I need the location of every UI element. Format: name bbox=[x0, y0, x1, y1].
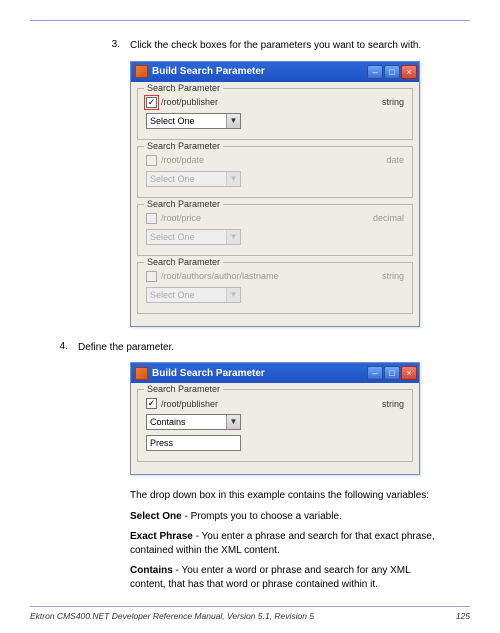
checkbox-pdate[interactable] bbox=[146, 155, 157, 166]
search-parameter-group: Search Parameter /root/authors/author/la… bbox=[137, 262, 413, 314]
checkbox-publisher[interactable] bbox=[146, 398, 157, 409]
window-controls: – □ × bbox=[367, 366, 417, 380]
path-label: /root/authors/author/lastname bbox=[161, 271, 382, 281]
path-label: /root/pdate bbox=[161, 155, 386, 165]
variable-text: - You enter a word or phrase and search … bbox=[130, 565, 410, 590]
type-label: string bbox=[382, 97, 404, 107]
paragraph-select-one: Select One - Prompts you to choose a var… bbox=[130, 510, 440, 524]
step-text: Define the parameter. bbox=[78, 341, 470, 355]
checkbox-publisher[interactable] bbox=[146, 97, 157, 108]
paragraph-exact-phrase: Exact Phrase - You enter a phrase and se… bbox=[130, 530, 440, 557]
group-legend: Search Parameter bbox=[144, 141, 223, 151]
operator-dropdown[interactable]: Select One ▼ bbox=[146, 113, 241, 129]
operator-dropdown-disabled: Select One ▼ bbox=[146, 171, 241, 187]
chevron-down-icon: ▼ bbox=[226, 288, 240, 302]
paragraph-intro: The drop down box in this example contai… bbox=[130, 489, 440, 503]
variable-text: - Prompts you to choose a variable. bbox=[182, 511, 342, 522]
page-number: 125 bbox=[456, 611, 470, 621]
dropdown-value: Select One bbox=[150, 116, 195, 126]
step-number: 3. bbox=[30, 39, 130, 53]
step-number: 4. bbox=[30, 341, 78, 355]
window-body: Search Parameter /root/publisher string … bbox=[131, 383, 419, 474]
close-button[interactable]: × bbox=[401, 366, 417, 380]
window-build-search-parameter-1: Build Search Parameter – □ × Search Para… bbox=[130, 61, 420, 327]
instruction-step-4: 4. Define the parameter. bbox=[30, 341, 470, 355]
type-label: string bbox=[382, 399, 404, 409]
group-legend: Search Parameter bbox=[144, 257, 223, 267]
top-divider bbox=[30, 20, 470, 21]
footer-text: Ektron CMS400.NET Developer Reference Ma… bbox=[30, 611, 314, 621]
type-label: string bbox=[382, 271, 404, 281]
window-body: Search Parameter /root/publisher string … bbox=[131, 82, 419, 326]
operator-dropdown-disabled: Select One ▼ bbox=[146, 229, 241, 245]
minimize-button[interactable]: – bbox=[367, 65, 383, 79]
bottom-divider bbox=[30, 606, 470, 607]
step-text: Click the check boxes for the parameters… bbox=[130, 39, 470, 53]
close-button[interactable]: × bbox=[401, 65, 417, 79]
dropdown-value: Contains bbox=[150, 417, 186, 427]
search-parameter-group: Search Parameter /root/price decimal Sel… bbox=[137, 204, 413, 256]
search-parameter-group: Search Parameter /root/publisher string … bbox=[137, 389, 413, 462]
title-bar: Build Search Parameter – □ × bbox=[131, 62, 419, 82]
dropdown-value: Select One bbox=[150, 232, 195, 242]
title-bar: Build Search Parameter – □ × bbox=[131, 363, 419, 383]
group-legend: Search Parameter bbox=[144, 384, 223, 394]
chevron-down-icon[interactable]: ▼ bbox=[226, 114, 240, 128]
checkbox-price[interactable] bbox=[146, 213, 157, 224]
chevron-down-icon[interactable]: ▼ bbox=[226, 415, 240, 429]
page-footer: Ektron CMS400.NET Developer Reference Ma… bbox=[30, 611, 470, 621]
app-icon bbox=[135, 65, 148, 78]
path-label: /root/price bbox=[161, 213, 373, 223]
path-label: /root/publisher bbox=[161, 97, 382, 107]
group-legend: Search Parameter bbox=[144, 83, 223, 93]
app-icon bbox=[135, 367, 148, 380]
variable-label: Exact Phrase bbox=[130, 531, 193, 542]
group-legend: Search Parameter bbox=[144, 199, 223, 209]
minimize-button[interactable]: – bbox=[367, 366, 383, 380]
chevron-down-icon: ▼ bbox=[226, 172, 240, 186]
maximize-button[interactable]: □ bbox=[384, 366, 400, 380]
type-label: decimal bbox=[373, 213, 404, 223]
window-title: Build Search Parameter bbox=[152, 66, 367, 77]
type-label: date bbox=[386, 155, 404, 165]
operator-dropdown-disabled: Select One ▼ bbox=[146, 287, 241, 303]
dropdown-value: Select One bbox=[150, 290, 195, 300]
operator-dropdown[interactable]: Contains ▼ bbox=[146, 414, 241, 430]
search-parameter-group: Search Parameter /root/pdate date Select… bbox=[137, 146, 413, 198]
chevron-down-icon: ▼ bbox=[226, 230, 240, 244]
maximize-button[interactable]: □ bbox=[384, 65, 400, 79]
dropdown-value: Select One bbox=[150, 174, 195, 184]
window-controls: – □ × bbox=[367, 65, 417, 79]
variable-label: Contains bbox=[130, 565, 173, 576]
search-parameter-group: Search Parameter /root/publisher string … bbox=[137, 88, 413, 140]
input-value: Press bbox=[150, 438, 173, 448]
checkbox-lastname[interactable] bbox=[146, 271, 157, 282]
window-title: Build Search Parameter bbox=[152, 368, 367, 379]
paragraph-contains: Contains - You enter a word or phrase an… bbox=[130, 564, 440, 591]
search-value-input[interactable]: Press bbox=[146, 435, 241, 451]
path-label: /root/publisher bbox=[161, 399, 382, 409]
window-build-search-parameter-2: Build Search Parameter – □ × Search Para… bbox=[130, 362, 420, 475]
instruction-step-3: 3. Click the check boxes for the paramet… bbox=[30, 39, 470, 53]
variable-label: Select One bbox=[130, 511, 182, 522]
